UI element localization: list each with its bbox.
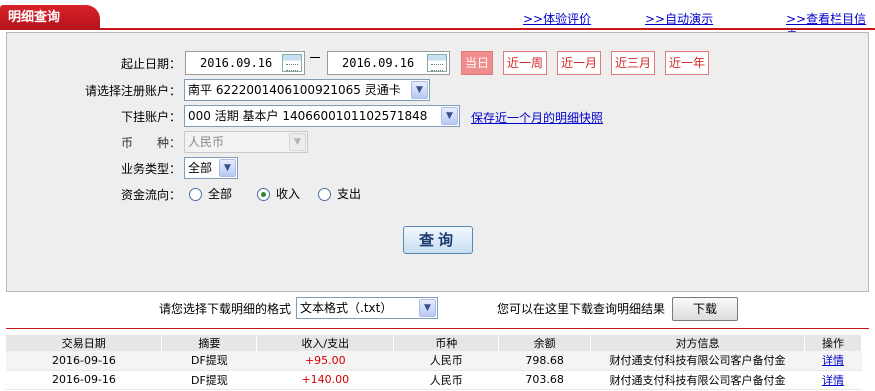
- range-year-button[interactable]: 近一年: [665, 51, 709, 75]
- col-balance-header: 余额: [498, 335, 592, 351]
- start-date-input[interactable]: 2016.09.16: [185, 51, 305, 75]
- chevron-down-icon: ▼: [411, 81, 428, 99]
- radio-selected-icon: [257, 188, 270, 201]
- range-week-button[interactable]: 近一周: [503, 51, 547, 75]
- auto-demo-link[interactable]: >>自动演示: [645, 10, 713, 27]
- transactions-table: 交易日期 摘要 收入/支出 币种 余额 对方信息 操作 2016-09-16 D…: [6, 335, 863, 390]
- currency-select: 人民币 ▼: [184, 131, 308, 153]
- amount-cell: +95.00: [256, 351, 394, 371]
- col-counterparty-header: 对方信息: [590, 335, 805, 351]
- chevron-down-icon: ▼: [419, 299, 436, 317]
- radio-icon: [318, 188, 331, 201]
- col-currency-header: 币种: [393, 335, 500, 351]
- col-amount-header: 收入/支出: [256, 335, 395, 351]
- balance-cell: 798.68: [498, 351, 591, 371]
- sub-account-select[interactable]: 000 活期 基本户 1406600101102571848 ▼: [184, 105, 460, 127]
- col-action-header: 操作: [804, 335, 863, 351]
- detail-link[interactable]: 详情: [822, 374, 844, 387]
- search-panel: 起止日期： 2016.09.16 2016.09.16 当日 近一周 近一月 近…: [6, 32, 869, 292]
- calendar-icon[interactable]: [282, 54, 302, 72]
- col-date-header: 交易日期: [6, 335, 163, 351]
- currency-cell: 人民币: [393, 351, 499, 371]
- experience-review-link[interactable]: >>体验评价: [523, 10, 591, 27]
- flow-label: 资金流向：: [120, 188, 181, 202]
- counterparty-cell: 财付通支付科技有限公司客户备付金: [590, 351, 805, 371]
- action-cell: 详情: [804, 351, 862, 371]
- tab-detail-query[interactable]: 明细查询: [0, 5, 100, 30]
- table-header-row: 交易日期 摘要 收入/支出 币种 余额 对方信息 操作: [6, 335, 863, 351]
- save-snapshot-link[interactable]: 保存近一个月的明细快照: [471, 109, 603, 126]
- currency-label: 币 种：: [120, 136, 181, 150]
- currency-cell: 人民币: [393, 370, 499, 390]
- download-hint: 您可以在这里下载查询明细结果: [497, 302, 666, 316]
- date-separator: [310, 57, 320, 58]
- date-cell: 2016-09-16: [6, 370, 162, 390]
- download-button[interactable]: 下载: [672, 297, 738, 321]
- chevron-down-icon: ▼: [289, 133, 306, 151]
- divider: [6, 328, 869, 329]
- calendar-icon[interactable]: [427, 54, 447, 72]
- detail-link[interactable]: 详情: [822, 354, 844, 367]
- balance-cell: 703.68: [498, 370, 591, 390]
- table-row: 2016-09-16 DF提现 +95.00 人民币 798.68 财付通支付科…: [6, 351, 862, 371]
- account-select[interactable]: 南平 6222001406100921065 灵通卡 ▼: [184, 79, 430, 101]
- chevron-down-icon: ▼: [441, 107, 458, 125]
- range-three-months-button[interactable]: 近三月: [611, 51, 655, 75]
- date-label: 起止日期：: [120, 57, 181, 71]
- account-label: 请选择注册账户：: [84, 84, 181, 98]
- download-format-label: 请您选择下载明细的格式: [159, 302, 292, 316]
- flow-radio-income[interactable]: 收入: [257, 187, 300, 201]
- col-summary-header: 摘要: [161, 335, 258, 351]
- header-bar: 明细查询: [0, 0, 875, 30]
- counterparty-cell: 财付通支付科技有限公司客户备付金: [590, 370, 805, 390]
- action-cell: 详情: [804, 370, 862, 390]
- flow-radio-all[interactable]: 全部: [189, 187, 232, 201]
- amount-cell: +140.00: [256, 370, 394, 390]
- range-month-button[interactable]: 近一月: [557, 51, 601, 75]
- date-cell: 2016-09-16: [6, 351, 162, 371]
- summary-cell: DF提现: [161, 370, 257, 390]
- summary-cell: DF提现: [161, 351, 257, 371]
- range-today-button[interactable]: 当日: [461, 51, 493, 75]
- download-format-select[interactable]: 文本格式（.txt） ▼: [296, 297, 438, 319]
- end-date-input[interactable]: 2016.09.16: [327, 51, 450, 75]
- radio-icon: [189, 188, 202, 201]
- flow-radio-expense[interactable]: 支出: [318, 187, 361, 201]
- sub-account-label: 下挂账户：: [120, 110, 181, 124]
- search-button[interactable]: 查询: [403, 226, 473, 254]
- table-row: 2016-09-16 DF提现 +140.00 人民币 703.68 财付通支付…: [6, 370, 862, 390]
- biz-type-label: 业务类型：: [120, 162, 181, 176]
- biz-type-select[interactable]: 全部 ▼: [184, 157, 238, 179]
- chevron-down-icon: ▼: [219, 159, 236, 177]
